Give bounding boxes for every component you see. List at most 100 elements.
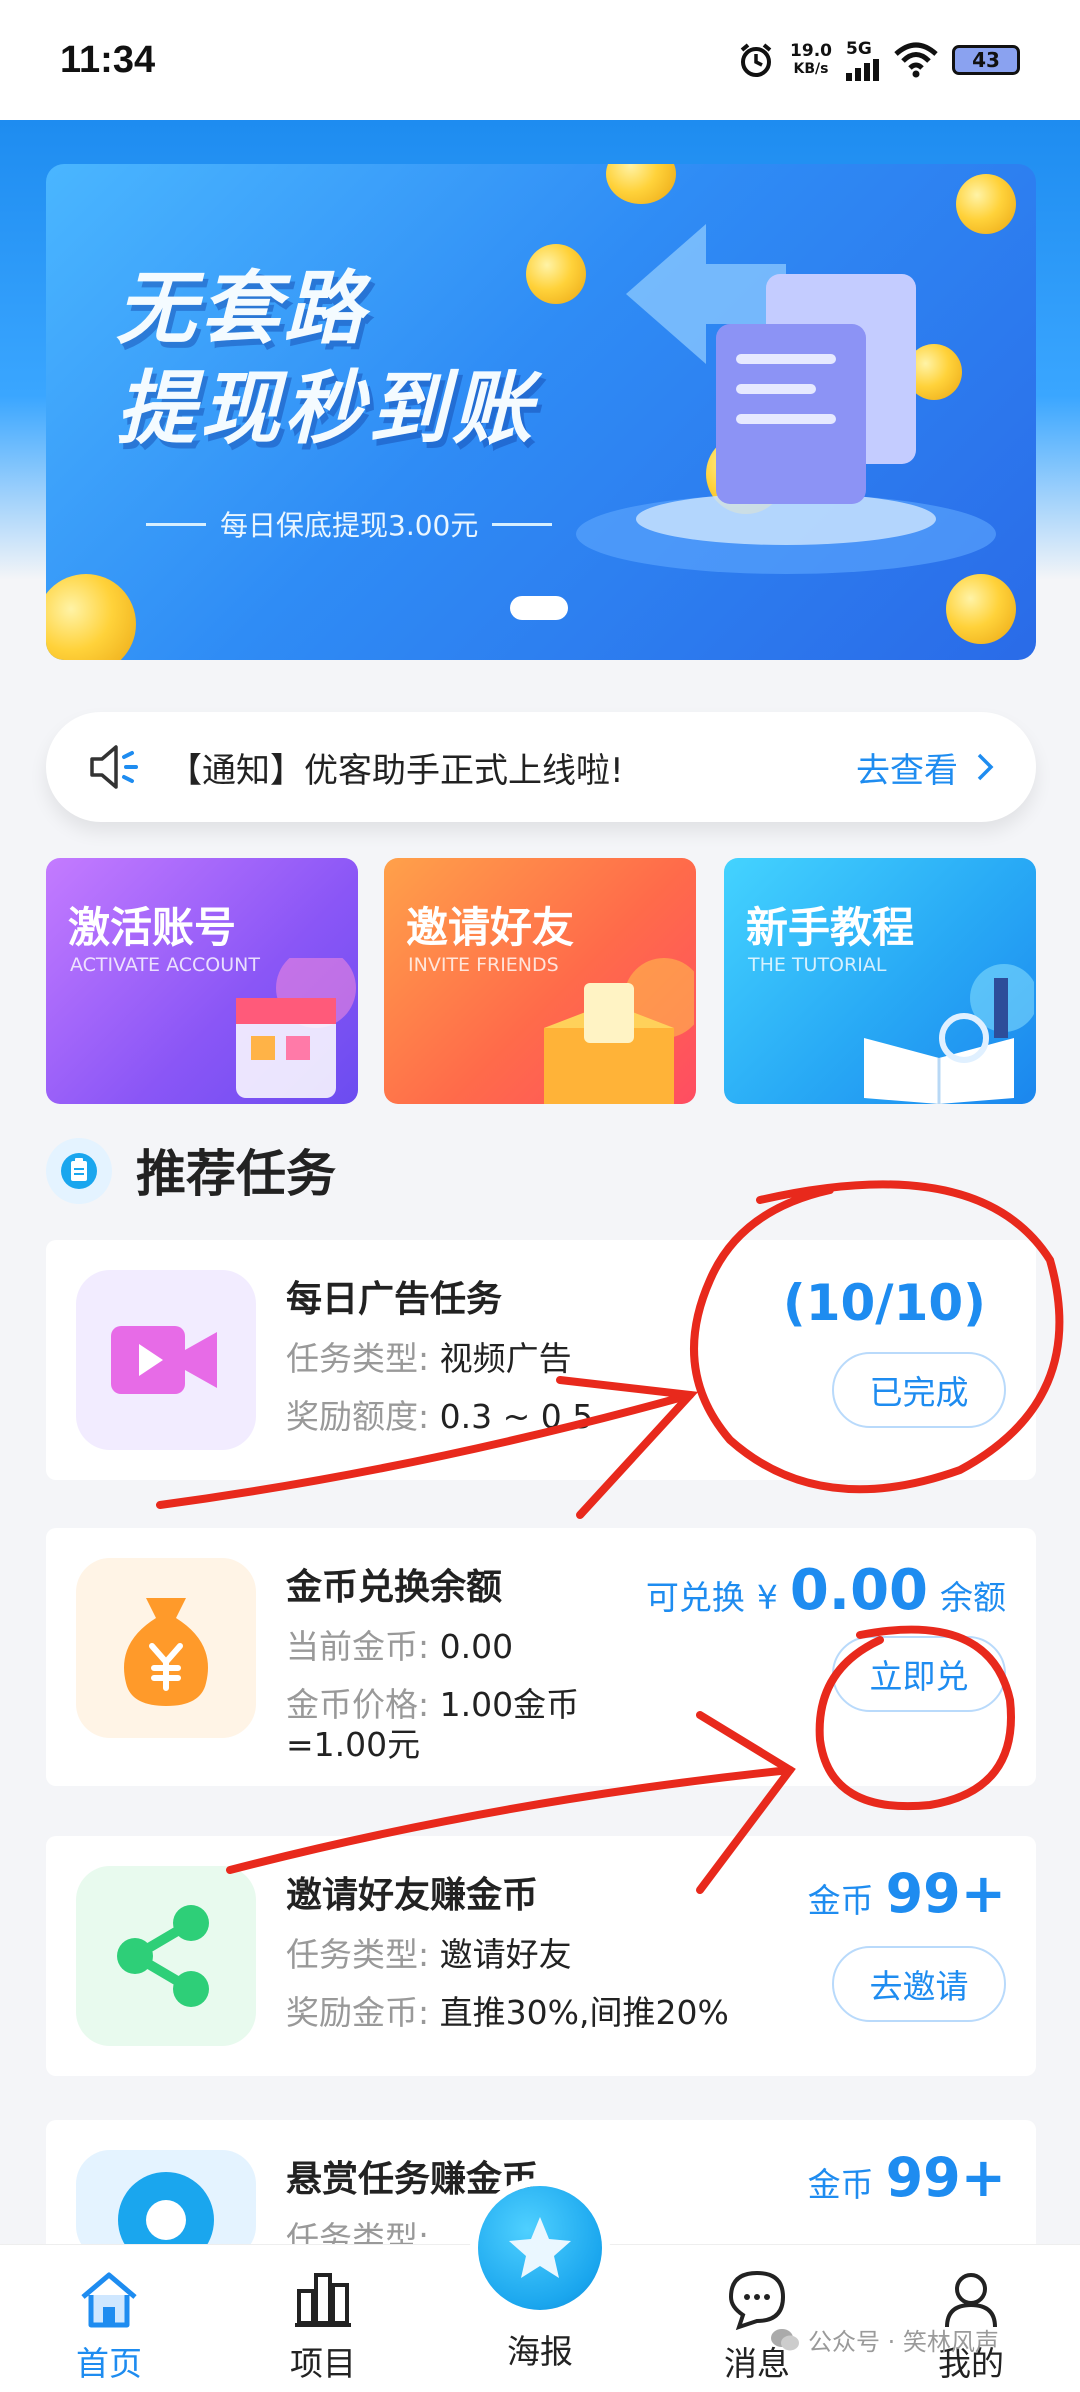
reward-label: 奖励额度: bbox=[286, 1397, 430, 1436]
exchangeable-value: 0.00 bbox=[789, 1558, 928, 1623]
gift-box-illustration-icon bbox=[544, 958, 694, 1104]
status-time: 11:34 bbox=[60, 38, 156, 81]
home-icon bbox=[81, 2272, 137, 2328]
battery-indicator: 43 bbox=[952, 45, 1020, 75]
activate-account-card[interactable]: 激活账号 ACTIVATE ACCOUNT bbox=[46, 858, 358, 1104]
nav-poster-label: 海报 bbox=[507, 2332, 573, 2371]
currency-symbol: ¥ bbox=[756, 1578, 778, 1617]
tutorial-subtitle: THE TUTORIAL bbox=[748, 954, 887, 976]
coin-label: 金币 bbox=[807, 2165, 874, 2204]
divider bbox=[492, 522, 553, 526]
shop-illustration-icon bbox=[236, 958, 356, 1098]
coin-decoration bbox=[46, 574, 136, 660]
alarm-icon bbox=[740, 43, 772, 77]
exchange-now-button[interactable]: 立即兑 bbox=[832, 1636, 1006, 1712]
exchangeable-amount: 可兑换 ¥ 0.00 余额 bbox=[646, 1558, 1006, 1623]
view-notice-label: 去查看 bbox=[856, 750, 958, 791]
task-type-row: 任务类型: 邀请好友 bbox=[286, 1928, 572, 1976]
cell-signal: 5G bbox=[846, 39, 880, 81]
network-speed: 19.0 KB/s bbox=[790, 42, 832, 78]
coin-decoration bbox=[946, 574, 1016, 644]
carousel-indicator[interactable] bbox=[510, 596, 568, 620]
task-title: 悬赏任务赚金币 bbox=[286, 2159, 539, 2200]
section-title: 推荐任务 bbox=[136, 1145, 336, 1203]
divider bbox=[146, 522, 206, 526]
banner-subtitle-text: 每日保底提现3.00元 bbox=[220, 509, 479, 542]
task-type-label: 任务类型: bbox=[286, 1339, 430, 1378]
invite-button[interactable]: 去邀请 bbox=[832, 1946, 1006, 2022]
current-coins-value: 0.00 bbox=[439, 1627, 514, 1666]
reward-coins-label: 奖励金币: bbox=[286, 1993, 430, 2032]
coin-value: 99+ bbox=[885, 2146, 1006, 2209]
network-type: 5G bbox=[846, 39, 872, 59]
nav-profile[interactable]: 我的 bbox=[896, 2245, 1046, 2392]
activate-account-title: 激活账号 bbox=[68, 903, 237, 952]
invite-friends-subtitle: INVITE FRIENDS bbox=[408, 954, 559, 976]
chevron-right-icon bbox=[977, 753, 994, 781]
reward-coins-row: 奖励金币: 直推30%,间推20% bbox=[286, 1986, 729, 2034]
clipboard-icon bbox=[46, 1138, 112, 1204]
project-icon bbox=[295, 2273, 351, 2327]
task-type-row: 任务类型: 视频广告 bbox=[286, 1332, 572, 1380]
exchangeable-unit: 余额 bbox=[940, 1578, 1006, 1617]
coin-reward: 金币 99+ bbox=[808, 1862, 1006, 1925]
coin-price-equivalent: =1.00元 bbox=[286, 1725, 421, 1764]
reward-row: 奖励额度: 0.3 ~ 0.5 bbox=[286, 1390, 593, 1438]
banner-title: 无套路 提现秒到账 bbox=[116, 259, 536, 459]
coin-price-value: 1.00金币 bbox=[439, 1685, 580, 1724]
coin-price-row-cont: =1.00元 bbox=[286, 1718, 420, 1766]
nav-projects-label: 项目 bbox=[290, 2344, 356, 2383]
task-card-invite[interactable]: 邀请好友赚金币 任务类型: 邀请好友 奖励金币: 直推30%,间推20% 金币 … bbox=[46, 1836, 1036, 2076]
nav-projects[interactable]: 项目 bbox=[248, 2245, 398, 2392]
current-coins-label: 当前金币: bbox=[286, 1627, 430, 1666]
task-type-label: 任务类型: bbox=[286, 1935, 430, 1974]
poster-star-icon bbox=[509, 2217, 571, 2278]
wechat-icon bbox=[771, 2328, 799, 2350]
task-title: 邀请好友赚金币 bbox=[286, 1875, 539, 1916]
tutorial-card[interactable]: 新手教程 THE TUTORIAL bbox=[724, 858, 1036, 1104]
video-camera-icon bbox=[76, 1270, 256, 1450]
nav-messages[interactable]: 消息 bbox=[682, 2245, 832, 2392]
nav-home-label: 首页 bbox=[76, 2344, 142, 2383]
invite-friends-title: 邀请好友 bbox=[406, 903, 575, 952]
activate-account-subtitle: ACTIVATE ACCOUNT bbox=[70, 954, 260, 976]
banner-title-line1: 无套路 bbox=[116, 262, 368, 355]
invite-friends-card[interactable]: 邀请好友 INVITE FRIENDS bbox=[384, 858, 696, 1104]
task-title: 每日广告任务 bbox=[286, 1279, 503, 1320]
exchangeable-label: 可兑换 bbox=[645, 1578, 745, 1617]
completed-button[interactable]: 已完成 bbox=[832, 1352, 1006, 1428]
status-bar: 11:34 19.0 KB/s 5G 43 bbox=[0, 0, 1080, 120]
nav-home[interactable]: 首页 bbox=[34, 2245, 184, 2392]
wifi-icon bbox=[894, 42, 938, 78]
banner-title-line2: 提现秒到账 bbox=[116, 362, 536, 455]
speaker-icon bbox=[90, 745, 138, 789]
task-card-daily-ad[interactable]: 每日广告任务 任务类型: 视频广告 奖励额度: 0.3 ~ 0.5 (10/10… bbox=[46, 1240, 1036, 1480]
poster-fab-button[interactable] bbox=[478, 2186, 602, 2310]
watermark-text: 公众号 · 笑林风声 bbox=[808, 2328, 999, 2356]
coin-label: 金币 bbox=[807, 1881, 874, 1920]
coin-value: 99+ bbox=[885, 1862, 1006, 1925]
network-speed-value: 19.0 bbox=[790, 41, 832, 61]
reward-value: 0.3 ~ 0.5 bbox=[439, 1397, 594, 1436]
signal-bars-icon bbox=[846, 59, 879, 81]
task-title: 金币兑换余额 bbox=[286, 1567, 503, 1608]
notice-text: 【通知】优客助手正式上线啦! bbox=[168, 750, 624, 791]
task-card-coin-exchange[interactable]: 金币兑换余额 当前金币: 0.00 金币价格: 1.00金币 =1.00元 可兑… bbox=[46, 1528, 1036, 1786]
network-speed-unit: KB/s bbox=[793, 61, 829, 77]
view-notice-link[interactable]: 去查看 bbox=[856, 743, 994, 792]
tutorial-title: 新手教程 bbox=[746, 903, 915, 952]
banner-subtitle: 每日保底提现3.00元 bbox=[146, 504, 553, 544]
money-bag-icon bbox=[76, 1558, 256, 1738]
promo-banner[interactable]: 无套路 提现秒到账 每日保底提现3.00元 bbox=[46, 164, 1036, 660]
task-progress: (10/10) bbox=[782, 1274, 986, 1332]
receipt-illustration bbox=[576, 224, 996, 574]
coin-decoration bbox=[606, 164, 676, 204]
task-type-value: 视频广告 bbox=[439, 1339, 572, 1378]
share-icon bbox=[76, 1866, 256, 2046]
status-icons: 19.0 KB/s 5G 43 bbox=[736, 39, 1020, 81]
reward-coins-value: 直推30%,间推20% bbox=[439, 1993, 729, 2032]
coin-reward: 金币 99+ bbox=[808, 2146, 1006, 2209]
notice-bar[interactable]: 【通知】优客助手正式上线啦! 去查看 bbox=[46, 712, 1036, 822]
current-coins-row: 当前金币: 0.00 bbox=[286, 1620, 513, 1668]
watermark: 公众号 · 笑林风声 bbox=[770, 2322, 999, 2357]
